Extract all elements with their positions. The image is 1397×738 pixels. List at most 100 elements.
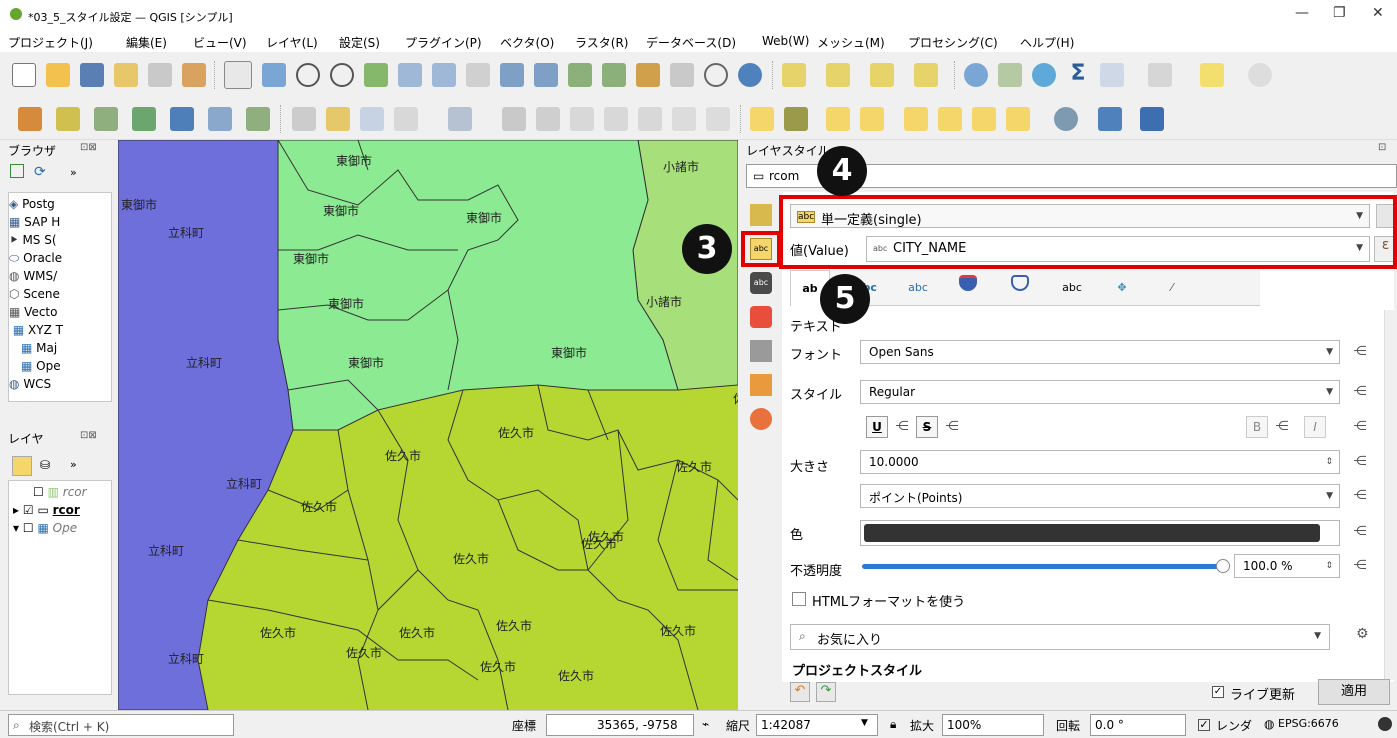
tab-mask-icon[interactable] — [948, 270, 988, 306]
zoom-native-icon[interactable] — [466, 63, 490, 87]
chevron-down-icon[interactable]: ▾ — [13, 521, 19, 535]
browser-item[interactable]: ◍ WMS/ — [9, 269, 57, 287]
menu-view[interactable]: ビュー(V) — [193, 34, 247, 51]
save-edits-icon[interactable] — [360, 107, 384, 131]
open-project-icon[interactable] — [46, 63, 70, 87]
highlight-label-icon[interactable] — [826, 107, 850, 131]
label-toolbar-icon[interactable] — [750, 107, 774, 131]
add-vector-layer-icon[interactable] — [56, 107, 80, 131]
menu-vector[interactable]: ベクタ(O) — [500, 34, 554, 51]
close-button[interactable]: ✕ — [1372, 5, 1384, 21]
pin-label-icon[interactable] — [860, 107, 884, 131]
minimize-button[interactable]: — — [1295, 5, 1309, 21]
show-label-icon[interactable] — [904, 107, 928, 131]
rotation-spinbox[interactable]: 0.0 ° — [1090, 714, 1186, 736]
style-manager-icon[interactable]: ⚙ — [1356, 626, 1369, 642]
lock-icon[interactable]: 🔒︎ — [890, 717, 896, 732]
diagram-icon[interactable] — [784, 107, 808, 131]
toggle-extents-icon[interactable]: ⌁ — [702, 717, 709, 731]
more-icon[interactable]: » — [70, 166, 77, 179]
browser-item[interactable]: ▦ Ope — [21, 359, 61, 377]
symbology-tab-icon[interactable] — [750, 204, 772, 226]
undo-style-icon[interactable]: ↶ — [790, 682, 810, 702]
add-spatialite-icon[interactable] — [132, 107, 156, 131]
layer-item[interactable]: ▸ ☑ ▭ rcor — [13, 503, 80, 521]
add-raster-layer-icon[interactable] — [208, 107, 232, 131]
browser-item[interactable]: ▦ Vecto — [9, 305, 57, 323]
menu-database[interactable]: データベース(D) — [646, 34, 736, 51]
map-canvas[interactable]: 東御市 小諸市 東御市 東御市 東御市 立科町 東御市 小諸市 東御市 立科町 東御市 東御市 佐久市佐… — [118, 140, 738, 710]
layer-style-icon[interactable] — [12, 456, 32, 476]
redo-icon[interactable] — [706, 107, 730, 131]
statistics-icon[interactable]: Σ — [1066, 61, 1090, 86]
crs-value[interactable]: EPSG:6676 — [1278, 717, 1339, 730]
zoom-selection-icon[interactable] — [398, 63, 422, 87]
data-defined-icon[interactable]: ⋲ — [1352, 454, 1368, 470]
new-3d-view-icon[interactable] — [602, 63, 626, 87]
tab-rendering-icon[interactable]: ⁄ — [1152, 270, 1192, 306]
filter-icon[interactable]: ⛁ — [40, 458, 50, 472]
crs-globe-icon[interactable]: ◍ — [1264, 717, 1274, 731]
opacity-slider-handle[interactable] — [1216, 559, 1230, 573]
panel-scrollbar[interactable] — [1384, 310, 1396, 680]
pan-to-selection-icon[interactable] — [262, 63, 286, 87]
messages-icon[interactable] — [1378, 717, 1392, 731]
add-feature-icon[interactable] — [448, 107, 472, 131]
locator-icon[interactable] — [1248, 63, 1272, 87]
refresh-icon[interactable] — [738, 63, 762, 87]
font-select[interactable]: Open Sans ▼ — [860, 340, 1340, 364]
zoom-full-icon[interactable] — [364, 63, 388, 87]
change-label-icon[interactable] — [1006, 107, 1030, 131]
checkbox-icon[interactable]: ☑ — [23, 503, 34, 517]
new-map-view-icon[interactable] — [568, 63, 592, 87]
open-table-icon[interactable] — [1100, 63, 1124, 87]
rotate-label-icon[interactable] — [972, 107, 996, 131]
html-format-checkbox[interactable] — [792, 592, 806, 606]
render-checkbox[interactable]: ✓ — [1198, 719, 1210, 731]
annotation-icon[interactable] — [1200, 63, 1224, 87]
redo-style-icon[interactable]: ↷ — [816, 682, 836, 702]
checkbox-icon[interactable]: ☐ — [33, 485, 44, 499]
add-db-layer-icon[interactable] — [170, 107, 194, 131]
data-defined-icon[interactable]: ⋲ — [1274, 419, 1290, 435]
browser-item[interactable]: ▦ SAP H — [9, 215, 60, 233]
identify-icon[interactable] — [964, 63, 988, 87]
size-spinbox[interactable]: 10.0000 ⇕ — [860, 450, 1340, 474]
diagrams-tab-icon[interactable] — [750, 340, 772, 362]
data-defined-icon[interactable]: ⋲ — [944, 419, 960, 435]
style-manager-icon[interactable] — [182, 63, 206, 87]
browser-item[interactable]: ▾ ▦ XYZ T — [9, 323, 63, 341]
coordinate-field[interactable]: 35365, -9758 — [546, 714, 694, 736]
live-update-checkbox[interactable]: ✓ — [1212, 686, 1224, 698]
tab-buffer-icon[interactable]: abc — [898, 270, 938, 306]
new-project-icon[interactable] — [12, 63, 36, 87]
deselect-icon[interactable] — [870, 63, 894, 87]
menu-layer[interactable]: レイヤ(L) — [266, 34, 318, 51]
plugin-globe-icon[interactable] — [1054, 107, 1078, 131]
data-defined-icon[interactable]: ⋲ — [1352, 419, 1368, 435]
add-selected-icon[interactable] — [10, 164, 24, 178]
menu-plugins[interactable]: プラグイン(P) — [405, 34, 482, 51]
tab-shadow-icon[interactable]: abc — [1052, 270, 1092, 306]
tab-background-icon[interactable] — [1000, 270, 1040, 306]
restore-button[interactable]: ❐ — [1333, 5, 1346, 21]
chevron-right-icon[interactable]: ▸ — [13, 503, 19, 517]
browser-item[interactable]: ⬭ Oracle — [9, 251, 62, 269]
size-unit-select[interactable]: ポイント(Points) ▼ — [860, 484, 1340, 508]
zoom-next-icon[interactable] — [534, 63, 558, 87]
style-select[interactable]: Regular ▼ — [860, 380, 1340, 404]
history-tab-icon[interactable] — [750, 408, 772, 430]
more-icon[interactable]: » — [70, 458, 77, 471]
style-favorites-search[interactable]: ⌕ お気に入り ▼ — [790, 624, 1330, 650]
locator-search[interactable]: ⌕ 検索(Ctrl + K) — [8, 714, 234, 736]
underline-button[interactable]: U — [866, 416, 888, 438]
layer-item[interactable]: ☐ ▥ rcor — [33, 485, 87, 503]
edit-pencil-icon[interactable] — [292, 107, 316, 131]
move-label-icon[interactable] — [938, 107, 962, 131]
zoom-last-icon[interactable] — [500, 63, 524, 87]
refresh-browser-icon[interactable]: ⟳ — [34, 164, 46, 180]
browser-item[interactable]: ⯈ MS S( — [9, 233, 57, 251]
toggle-editing-icon[interactable] — [326, 107, 350, 131]
fields-tab-icon[interactable] — [750, 374, 772, 396]
opacity-spinbox[interactable]: 100.0 % ⇕ — [1234, 554, 1340, 578]
